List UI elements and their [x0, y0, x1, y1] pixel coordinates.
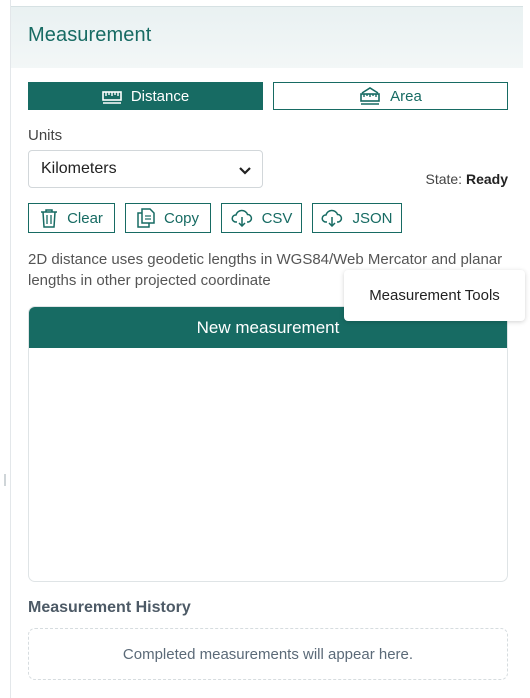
new-measurement-card: New measurement [28, 306, 508, 582]
resize-handle[interactable] [4, 474, 6, 486]
history-title: Measurement History [28, 599, 191, 616]
panel-header: Measurement [11, 6, 523, 69]
export-csv-button[interactable]: CSV [221, 203, 302, 233]
trash-icon [41, 209, 58, 228]
clear-button[interactable]: Clear [28, 203, 115, 233]
chevron-down-icon [239, 167, 251, 175]
ruler-icon [102, 91, 122, 104]
cloud-download-icon [231, 209, 252, 227]
copy-label: Copy [163, 209, 200, 227]
units-selected-value: Kilometers [41, 160, 117, 177]
units-label: Units [28, 127, 63, 144]
history-empty-state: Completed measurements will appear here. [28, 628, 508, 680]
area-ruler-icon [360, 87, 380, 105]
state-indicator: State: Ready [425, 171, 508, 187]
export-json-button[interactable]: JSON [312, 203, 402, 233]
tooltip: Measurement Tools [344, 270, 525, 321]
state-label: State: [425, 171, 463, 187]
clear-label: Clear [67, 209, 103, 227]
cloud-download-icon [321, 209, 343, 227]
copy-document-icon [137, 208, 155, 228]
distance-mode-button[interactable]: Distance [28, 82, 263, 110]
area-mode-label: Area [390, 87, 422, 105]
area-mode-button[interactable]: Area [273, 82, 508, 110]
json-label: JSON [352, 209, 393, 227]
csv-label: CSV [261, 209, 293, 227]
distance-mode-label: Distance [130, 87, 190, 105]
state-value: Ready [465, 171, 508, 187]
panel-title: Measurement [28, 24, 152, 46]
units-select[interactable]: Kilometers [28, 150, 263, 188]
copy-button[interactable]: Copy [125, 203, 211, 233]
